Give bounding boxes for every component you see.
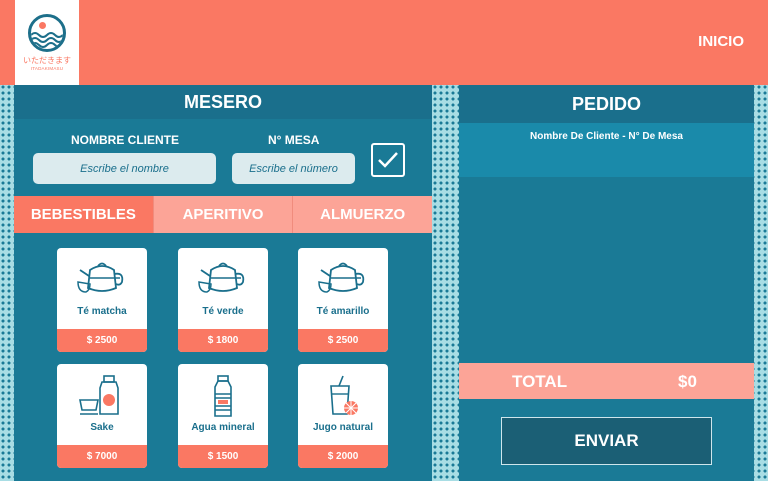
sake-bottle-icon [57, 374, 147, 415]
product-price: $ 1800 [178, 329, 268, 352]
wave-sun-icon [28, 14, 66, 52]
logo-subtitle: ITADAKIMASU [30, 66, 64, 71]
product-price: $ 2000 [298, 445, 388, 468]
product-card[interactable]: Sake $ 7000 [57, 364, 147, 468]
teapot-icon [178, 258, 268, 298]
client-name-input[interactable] [33, 153, 216, 184]
checkmark-icon [378, 152, 398, 168]
pedido-title: PEDIDO [459, 85, 754, 123]
product-name: Sake [90, 422, 114, 433]
product-name: Té amarillo [316, 306, 370, 317]
mesero-title: MESERO [14, 85, 432, 119]
nav-inicio-link[interactable]: INICIO [698, 33, 744, 50]
water-bottle-icon [178, 374, 268, 417]
table-number-input[interactable] [232, 153, 355, 184]
client-form: NOMBRE CLIENTE N° MESA [14, 119, 432, 196]
total-value: $0 [678, 372, 697, 391]
product-card[interactable]: Jugo natural $ 2000 [298, 364, 388, 468]
product-price: $ 7000 [57, 445, 147, 468]
itadakimasu-logo[interactable]: いただきます ITADAKIMASU [15, 0, 79, 85]
tab-aperitivo[interactable]: APERITIVO [152, 196, 293, 233]
product-name: Jugo natural [312, 422, 373, 433]
total-label: TOTAL [512, 372, 568, 391]
tab-almuerzo[interactable]: ALMUERZO [292, 196, 433, 233]
product-card[interactable]: Agua mineral $ 1500 [178, 364, 268, 468]
product-name: Agua mineral [191, 422, 255, 433]
product-price: $ 1500 [178, 445, 268, 468]
category-tabs: BEBESTIBLES APERITIVO ALMUERZO [14, 196, 433, 233]
logo-japanese-text: いただきます [23, 56, 71, 65]
product-card[interactable]: Té amarillo $ 2500 [298, 248, 388, 352]
total-bar: TOTAL $0 [459, 363, 754, 399]
product-name: Té matcha [77, 306, 127, 317]
teapot-icon [298, 258, 388, 298]
pedido-panel: PEDIDO Nombre De Cliente - N° De Mesa TO… [459, 85, 754, 481]
pedido-footer: ENVIAR [459, 399, 754, 481]
confirm-checkbox[interactable] [371, 143, 405, 177]
mesero-panel: MESERO NOMBRE CLIENTE N° MESA BEBESTIBLE… [14, 85, 433, 481]
pedido-subtitle: Nombre De Cliente - N° De Mesa [459, 123, 754, 177]
table-number-label: N° MESA [268, 133, 320, 147]
tab-bebestibles[interactable]: BEBESTIBLES [14, 196, 153, 233]
juice-glass-icon [298, 374, 388, 415]
product-price: $ 2500 [298, 329, 388, 352]
product-price: $ 2500 [57, 329, 147, 352]
order-items-list [459, 177, 754, 363]
top-header: いただきます ITADAKIMASU INICIO [0, 0, 768, 85]
product-card[interactable]: Té matcha $ 2500 [57, 248, 147, 352]
client-name-label: NOMBRE CLIENTE [71, 133, 179, 147]
product-card[interactable]: Té verde $ 1800 [178, 248, 268, 352]
send-order-button[interactable]: ENVIAR [501, 417, 712, 465]
product-grid: Té matcha $ 2500 Té verde $ 1800 Té amar… [14, 233, 432, 481]
product-name: Té verde [202, 306, 244, 317]
teapot-icon [57, 258, 147, 298]
